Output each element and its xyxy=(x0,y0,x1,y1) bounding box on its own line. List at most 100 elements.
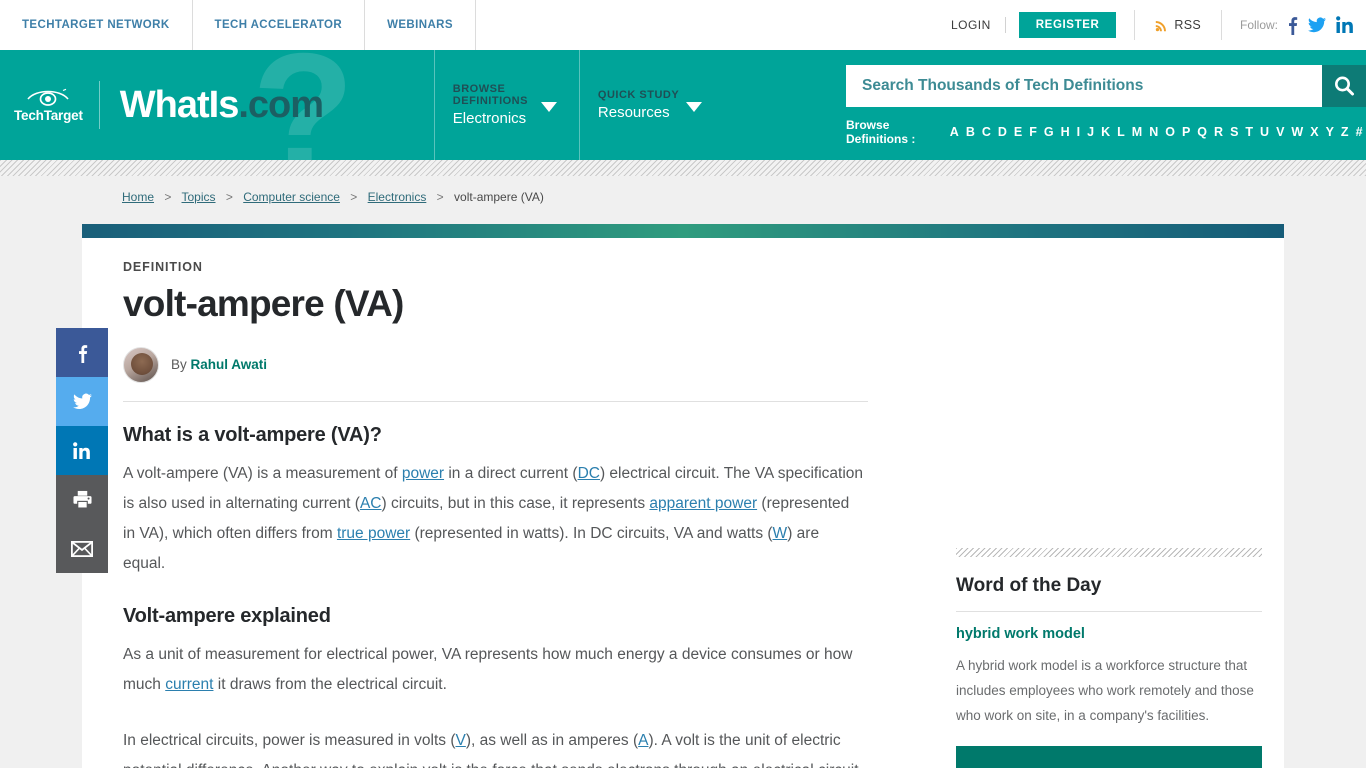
word-of-the-day-button[interactable] xyxy=(956,746,1262,768)
article-kicker: DEFINITION xyxy=(123,260,203,274)
page-body: Home > Topics > Computer science > Elect… xyxy=(0,176,1366,768)
nav-browse-definitions-value: Electronics xyxy=(452,110,527,127)
breadcrumb-separator: > xyxy=(350,190,358,204)
advertisement-slot xyxy=(956,238,1262,538)
share-email-button[interactable] xyxy=(56,524,108,573)
alphabet-link-k[interactable]: K xyxy=(1098,125,1114,139)
link-w[interactable]: W xyxy=(773,525,788,542)
top-nav-tech-accelerator[interactable]: TECH ACCELERATOR xyxy=(193,0,366,50)
breadcrumb-electronics[interactable]: Electronics xyxy=(368,190,427,204)
alphabet-link-o[interactable]: O xyxy=(1162,125,1179,139)
alphabet-link-g[interactable]: G xyxy=(1040,125,1057,139)
paragraph-what-is: A volt-ampere (VA) is a measurement of p… xyxy=(123,464,863,572)
alphabet-link-h[interactable]: H xyxy=(1057,125,1073,139)
link-dc[interactable]: DC xyxy=(578,465,600,482)
alphabet-link-l[interactable]: L xyxy=(1114,125,1129,139)
twitter-icon[interactable] xyxy=(1307,15,1327,35)
share-linkedin-button[interactable] xyxy=(56,426,108,475)
whatis-logo[interactable]: WhatIs.com xyxy=(119,84,324,126)
alphabet-links: A B C D E F G H I J K L M N O P Q R S T U V W X Y Z # xyxy=(946,125,1366,139)
top-nav-webinars[interactable]: WEBINARS xyxy=(365,0,476,50)
alphabet-link-q[interactable]: Q xyxy=(1194,125,1211,139)
alphabet-link-i[interactable]: I xyxy=(1073,125,1083,139)
alphabet-link-j[interactable]: J xyxy=(1084,125,1098,139)
link-power[interactable]: power xyxy=(402,465,444,482)
alphabet-link-hash[interactable]: # xyxy=(1352,125,1366,139)
top-nav-techtarget-network[interactable]: TECHTARGET NETWORK xyxy=(0,0,193,50)
content-shell: DEFINITION volt-ampere (VA) By Rahul Awa… xyxy=(56,224,1284,768)
whatis-name: WhatIs xyxy=(119,84,240,126)
alphabet-link-b[interactable]: B xyxy=(962,125,978,139)
alphabet-link-m[interactable]: M xyxy=(1128,125,1145,139)
search-input[interactable] xyxy=(846,64,1323,107)
alphabet-link-r[interactable]: R xyxy=(1211,125,1227,139)
paragraph-explained: As a unit of measurement for electrical … xyxy=(123,645,853,693)
chevron-down-icon xyxy=(540,102,557,112)
share-print-button[interactable] xyxy=(56,475,108,524)
alphabet-link-f[interactable]: F xyxy=(1026,125,1041,139)
right-rail: Word of the Day hybrid work model A hybr… xyxy=(940,238,1262,768)
nav-browse-definitions-kicker: BROWSE DEFINITIONS xyxy=(452,83,528,107)
alphabet-link-n[interactable]: N xyxy=(1146,125,1162,139)
top-nav-list: TECHTARGET NETWORK TECH ACCELERATOR WEBI… xyxy=(0,0,476,50)
word-of-the-day-heading: Word of the Day xyxy=(956,575,1102,596)
nav-quick-study[interactable]: QUICK STUDY Resources xyxy=(578,50,724,160)
alphabet-link-d[interactable]: D xyxy=(994,125,1010,139)
alphabet-link-y[interactable]: Y xyxy=(1322,125,1337,139)
nav-quick-study-kicker: QUICK STUDY xyxy=(597,89,680,101)
breadcrumb-topics[interactable]: Topics xyxy=(182,190,216,204)
alphabet-link-z[interactable]: Z xyxy=(1337,125,1352,139)
alphabet-link-v[interactable]: V xyxy=(1273,125,1288,139)
link-a[interactable]: A xyxy=(638,732,648,749)
divider xyxy=(1004,17,1006,33)
link-apparent-power[interactable]: apparent power xyxy=(649,495,757,512)
rss-link[interactable]: RSS xyxy=(1134,10,1222,40)
byline-prefix: By xyxy=(171,357,187,373)
word-of-the-day-term[interactable]: hybrid work model xyxy=(956,626,1262,642)
link-v[interactable]: V xyxy=(456,732,466,749)
breadcrumb: Home > Topics > Computer science > Elect… xyxy=(0,176,1366,216)
nav-browse-definitions[interactable]: BROWSE DEFINITIONS Electronics xyxy=(433,50,579,160)
byline-text: By Rahul Awati xyxy=(171,357,267,372)
envelope-icon xyxy=(71,540,93,557)
alphabet-link-t[interactable]: T xyxy=(1242,125,1257,139)
page-title: volt-ampere (VA) xyxy=(123,283,404,324)
avatar xyxy=(123,346,159,383)
alphabet-link-a[interactable]: A xyxy=(946,125,962,139)
breadcrumb-home[interactable]: Home xyxy=(122,190,154,204)
link-current[interactable]: current xyxy=(165,676,213,693)
author-link[interactable]: Rahul Awati xyxy=(191,357,268,372)
login-link[interactable]: LOGIN xyxy=(937,18,1005,32)
facebook-icon[interactable] xyxy=(1287,15,1298,35)
rss-label: RSS xyxy=(1174,18,1201,32)
share-facebook-button[interactable] xyxy=(56,328,108,377)
alphabet-link-w[interactable]: W xyxy=(1288,125,1307,139)
alphabet-link-p[interactable]: P xyxy=(1178,125,1193,139)
whatis-tld: .com xyxy=(238,84,324,126)
register-button[interactable]: REGISTER xyxy=(1018,12,1117,38)
twitter-icon xyxy=(72,393,92,410)
alphabet-link-x[interactable]: X xyxy=(1307,125,1322,139)
link-true-power[interactable]: true power xyxy=(337,525,410,542)
alphabet-link-u[interactable]: U xyxy=(1257,125,1273,139)
breadcrumb-current: volt-ampere (VA) xyxy=(454,190,544,204)
printer-icon xyxy=(72,490,92,509)
word-of-the-day-divider xyxy=(956,611,1262,612)
linkedin-icon[interactable] xyxy=(1336,16,1354,34)
follow-group: Follow: xyxy=(1222,15,1366,35)
link-ac[interactable]: AC xyxy=(360,495,382,512)
techtarget-logo[interactable]: TechTarget xyxy=(14,87,83,123)
breadcrumb-separator: > xyxy=(225,190,233,204)
alphabet-link-e[interactable]: E xyxy=(1010,125,1025,139)
top-utility-bar: TECHTARGET NETWORK TECH ACCELERATOR WEBI… xyxy=(0,0,1366,50)
alphabet-link-c[interactable]: C xyxy=(978,125,994,139)
share-twitter-button[interactable] xyxy=(56,377,108,426)
alphabet-link-s[interactable]: S xyxy=(1227,125,1242,139)
site-header: ? TechTarget WhatIs.com BROWSE DEFINITIO… xyxy=(0,50,1366,160)
breadcrumb-computer-science[interactable]: Computer science xyxy=(243,190,340,204)
section-heading-what-is: What is a volt-ampere (VA)? xyxy=(123,423,382,446)
eye-icon xyxy=(27,88,69,106)
search-button[interactable] xyxy=(1322,64,1366,107)
search-row xyxy=(846,64,1366,107)
top-utility-actions: LOGIN REGISTER RSS Follow: xyxy=(937,0,1366,50)
